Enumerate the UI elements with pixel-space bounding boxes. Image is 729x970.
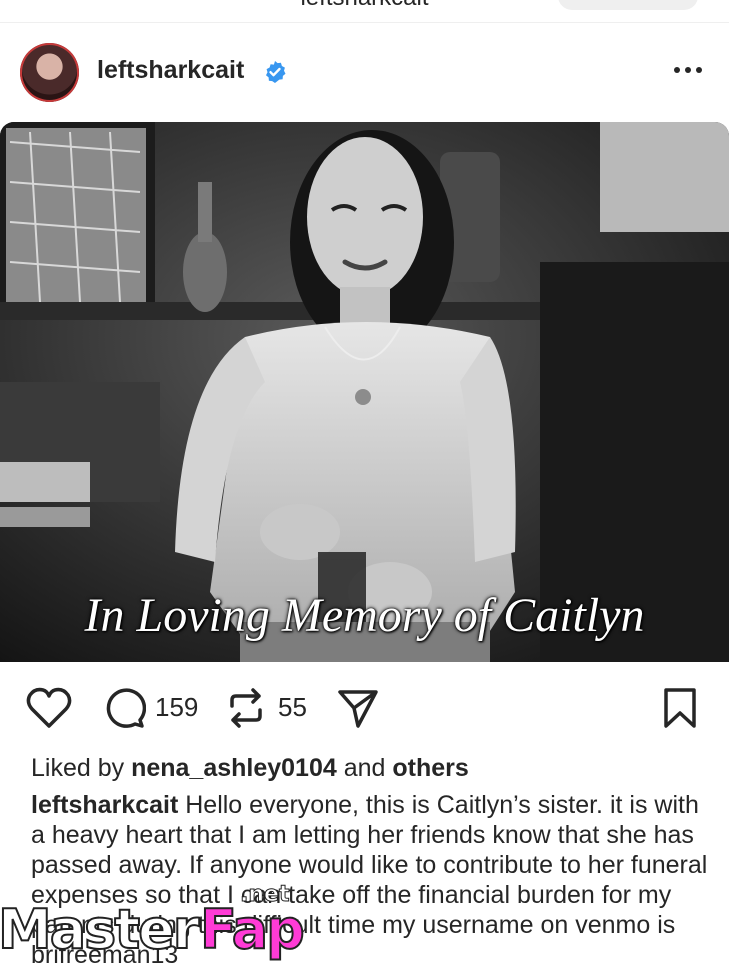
liked-by-middle: and <box>336 754 393 782</box>
top-bar-button[interactable] <box>558 0 698 10</box>
liked-by-others[interactable]: others <box>392 754 468 782</box>
watermark-master: Master <box>0 897 200 962</box>
comments-count[interactable]: 159 <box>155 692 198 723</box>
comment-icon[interactable] <box>102 686 146 730</box>
watermark-net: .net <box>239 882 290 908</box>
post-username[interactable]: leftsharkcait <box>97 56 244 85</box>
liked-by[interactable]: Liked by nena_ashley0104 and others <box>31 754 469 783</box>
action-bar: 159 55 <box>0 682 729 738</box>
heart-icon[interactable] <box>26 686 72 730</box>
post-header: leftsharkcait <box>0 40 729 104</box>
liked-by-user[interactable]: nena_ashley0104 <box>131 754 337 782</box>
verified-icon <box>266 61 286 83</box>
watermark-logo: Master Fap .net <box>0 880 320 963</box>
more-icon[interactable] <box>672 58 704 82</box>
liked-by-prefix: Liked by <box>31 754 132 782</box>
repost-icon[interactable] <box>226 686 266 730</box>
bookmark-icon[interactable] <box>662 686 698 730</box>
top-bar: leftsharkcait <box>0 0 729 23</box>
reposts-count[interactable]: 55 <box>278 692 307 723</box>
caption-username[interactable]: leftsharkcait <box>31 791 178 819</box>
avatar[interactable] <box>20 43 79 102</box>
memorial-overlay-text: In Loving Memory of Caitlyn <box>84 589 645 642</box>
post-image[interactable]: In Loving Memory of Caitlyn <box>0 122 729 662</box>
share-icon[interactable] <box>336 686 380 730</box>
watermark-fap: Fap <box>199 897 306 962</box>
